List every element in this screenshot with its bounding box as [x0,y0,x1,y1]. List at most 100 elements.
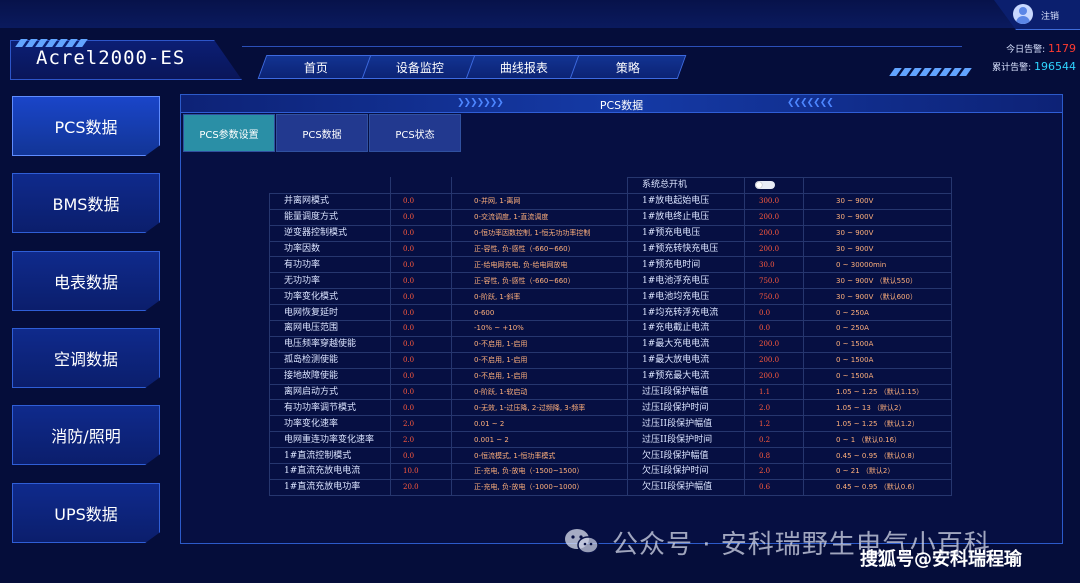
nav-curve-report[interactable]: 曲线报表 [465,55,583,79]
param-name-2: 1#放电起始电压 [627,192,745,210]
param-value-2[interactable]: 30.0 [744,256,804,274]
param-value[interactable]: 0.0 [390,351,452,369]
param-range: 正-容性, 负-感性（-660~660） [451,272,628,290]
param-range-2: 30 ~ 900V [803,192,952,210]
sidebar-item-fire-lighting[interactable]: 消防/照明 [12,405,160,465]
sidebar-item-ups[interactable]: UPS数据 [12,483,160,543]
param-value-2[interactable]: 0.0 [744,320,804,337]
total-alarm: 累计告警: 196544 [992,60,1076,73]
nav-strategy[interactable]: 策略 [569,55,687,79]
param-value[interactable]: 0.0 [390,304,452,322]
param-value[interactable]: 0.0 [390,208,452,226]
nav-home[interactable]: 首页 [257,55,375,79]
param-value[interactable]: 0.0 [390,367,452,385]
logout-link[interactable]: 注销 [1041,9,1059,22]
table-row: 1#直流充放电功率 20.0 正-充电, 负-放电（-1000~1000） 欠压II段… [269,478,952,496]
param-range-2: 0 ~ 1500A [803,367,952,385]
param-value-2[interactable]: 750.0 [744,288,804,306]
param-range: 0.01 ~ 2 [451,415,628,433]
sidebar-item-aircon[interactable]: 空调数据 [12,328,160,388]
param-value-2[interactable]: 200.0 [744,351,804,369]
param-value-2[interactable]: 300.0 [744,192,804,210]
watermark-sohu: 搜狐号@安科瑞程瑜 [860,549,1022,570]
param-value-2[interactable]: 0.8 [744,447,804,465]
system-power-toggle[interactable] [755,180,775,189]
param-value[interactable]: 0.0 [390,224,452,242]
param-value[interactable]: 0.0 [390,240,452,258]
nav-device-monitor[interactable]: 设备监控 [361,55,479,79]
param-value-2[interactable]: 200.0 [744,208,804,226]
param-value-2[interactable]: 1.2 [744,415,804,433]
user-avatar-icon[interactable] [1013,4,1033,24]
param-name: 功率因数 [269,240,391,258]
tab-pcs-status[interactable]: PCS状态 [369,114,461,152]
param-value-2[interactable]: 0.0 [744,304,804,322]
param-range: 0.001 ~ 2 [451,431,628,449]
param-value[interactable]: 2.0 [390,431,452,449]
param-value[interactable]: 20.0 [390,478,452,496]
param-value[interactable]: 0.0 [390,383,452,401]
param-name: 孤岛检测使能 [269,351,391,369]
sidebar-item-meter[interactable]: 电表数据 [12,251,160,311]
param-range: 0-不启用, 1-启用 [451,367,628,385]
sidebar-item-pcs[interactable]: PCS数据 [12,96,160,156]
top-bar [0,0,1080,28]
param-value[interactable]: 10.0 [390,463,452,480]
param-value-2[interactable]: 750.0 [744,272,804,290]
param-range: 0-并网, 1-离网 [451,192,628,210]
param-name: 功率变化速率 [269,415,391,433]
tab-pcs-data[interactable]: PCS数据 [276,114,368,152]
sidebar-item-bms[interactable]: BMS数据 [12,173,160,233]
table-row: 无功功率 0.0 正-容性, 负-感性（-660~660） 1#电池浮充电压 750.0… [269,272,952,290]
param-range: 正-充电, 负-放电（-1000~1000） [451,478,628,496]
chevrons-left-icon: ❮❮❮❮❮❮❮ [787,98,834,108]
param-range-2: 30 ~ 900V [803,208,952,226]
param-value-2[interactable]: 0.6 [744,478,804,496]
table-row: 电压频率穿越使能 0.0 0-不启用, 1-启用 1#最大充电电流 200.0 0 ~ 1… [269,335,952,353]
today-alarm: 今日告警: 1179 [1006,42,1076,55]
table-row: 孤岛检测使能 0.0 0-不启用, 1-启用 1#最大放电电流 200.0 0 ~ 150… [269,351,952,369]
param-name-2: 1#充电截止电流 [627,320,745,337]
param-value[interactable]: 0.0 [390,192,452,210]
param-value-2[interactable]: 2.0 [744,399,804,417]
param-value[interactable]: 0.0 [390,288,452,306]
table-row: 离网启动方式 0.0 0-阶跃, 1-软启动 过压I段保护幅值 1.1 1.05 ~ 1.… [269,383,952,401]
param-range-2: 0 ~ 30000min [803,256,952,274]
table-row: 功率变化模式 0.0 0-阶跃, 1-斜率 1#电池均充电压 750.0 30 ~ 900… [269,288,952,306]
param-range: 0-不启用, 1-启用 [451,335,628,353]
param-value[interactable]: 0.0 [390,320,452,337]
switch-row: 系统总开机 [269,177,952,194]
param-name: 电网恢复延时 [269,304,391,322]
param-value-2[interactable]: 0.2 [744,431,804,449]
param-range: 0-不启用, 1-启用 [451,351,628,369]
param-value[interactable]: 0.0 [390,447,452,465]
param-value-2[interactable]: 2.0 [744,463,804,480]
param-name: 离网电压范围 [269,320,391,337]
table-row: 1#直流充放电电流 10.0 正-充电, 负-放电（-1500~1500） 欠压I段保… [269,463,952,480]
param-range-2: 0.45 ~ 0.95 （默认0.6） [803,478,952,496]
table-row: 能量调度方式 0.0 0-交流调度, 1-直流调度 1#放电终止电压 200.0 30 ~… [269,208,952,226]
param-value[interactable]: 0.0 [390,272,452,290]
param-value-2[interactable]: 200.0 [744,335,804,353]
pcs-panel: ❯❯❯❯❯❯❯ PCS数据 ❮❮❮❮❮❮❮ PCS参数设置 PCS数据 PCS状… [180,94,1063,544]
param-value[interactable]: 0.0 [390,256,452,274]
param-name-2: 1#电池浮充电压 [627,272,745,290]
table-row: 接地故障使能 0.0 0-不启用, 1-启用 1#预充最大电流 200.0 0 ~ 150… [269,367,952,385]
param-range: -10% ~ +10% [451,320,628,337]
param-value-2[interactable]: 200.0 [744,224,804,242]
param-range-2: 30 ~ 900V （默认600） [803,288,952,306]
param-name: 接地故障使能 [269,367,391,385]
param-value[interactable]: 0.0 [390,335,452,353]
param-name-2: 欠压II段保护幅值 [627,478,745,496]
param-value-2[interactable]: 1.1 [744,383,804,401]
alarm-summary: 今日告警: 1179 累计告警: 196544 [960,38,1080,78]
param-value-2[interactable]: 200.0 [744,367,804,385]
param-value[interactable]: 2.0 [390,415,452,433]
tab-pcs-settings[interactable]: PCS参数设置 [183,114,275,152]
param-value-2[interactable]: 200.0 [744,240,804,258]
param-value[interactable]: 0.0 [390,399,452,417]
table-row: 1#直流控制模式 0.0 0-恒流模式, 1-恒功率模式 欠压I段保护幅值 0.8 0.4… [269,447,952,465]
table-row: 有功功率 0.0 正-给电网充电, 负-给电网放电 1#预充电时间 30.0 0 ~ 30… [269,256,952,274]
param-range-2: 30 ~ 900V [803,240,952,258]
param-range-2: 30 ~ 900V [803,224,952,242]
